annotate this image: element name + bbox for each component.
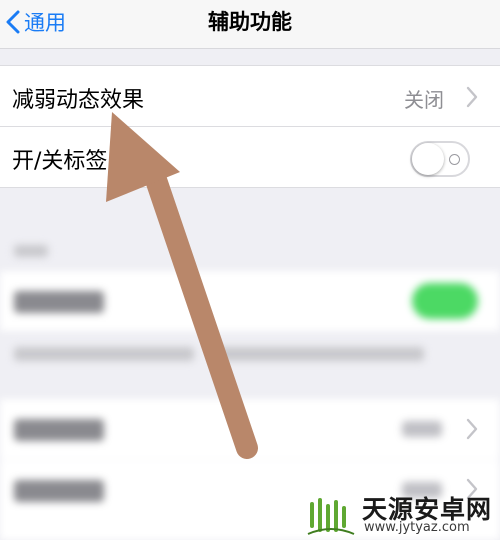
android-logo-icon: [307, 498, 355, 535]
watermark-url: www.jytyaz.com: [364, 520, 470, 535]
annotation-arrow-icon: [106, 112, 258, 459]
watermark-logo: 天源安卓网 www.jytyaz.com: [300, 488, 500, 540]
